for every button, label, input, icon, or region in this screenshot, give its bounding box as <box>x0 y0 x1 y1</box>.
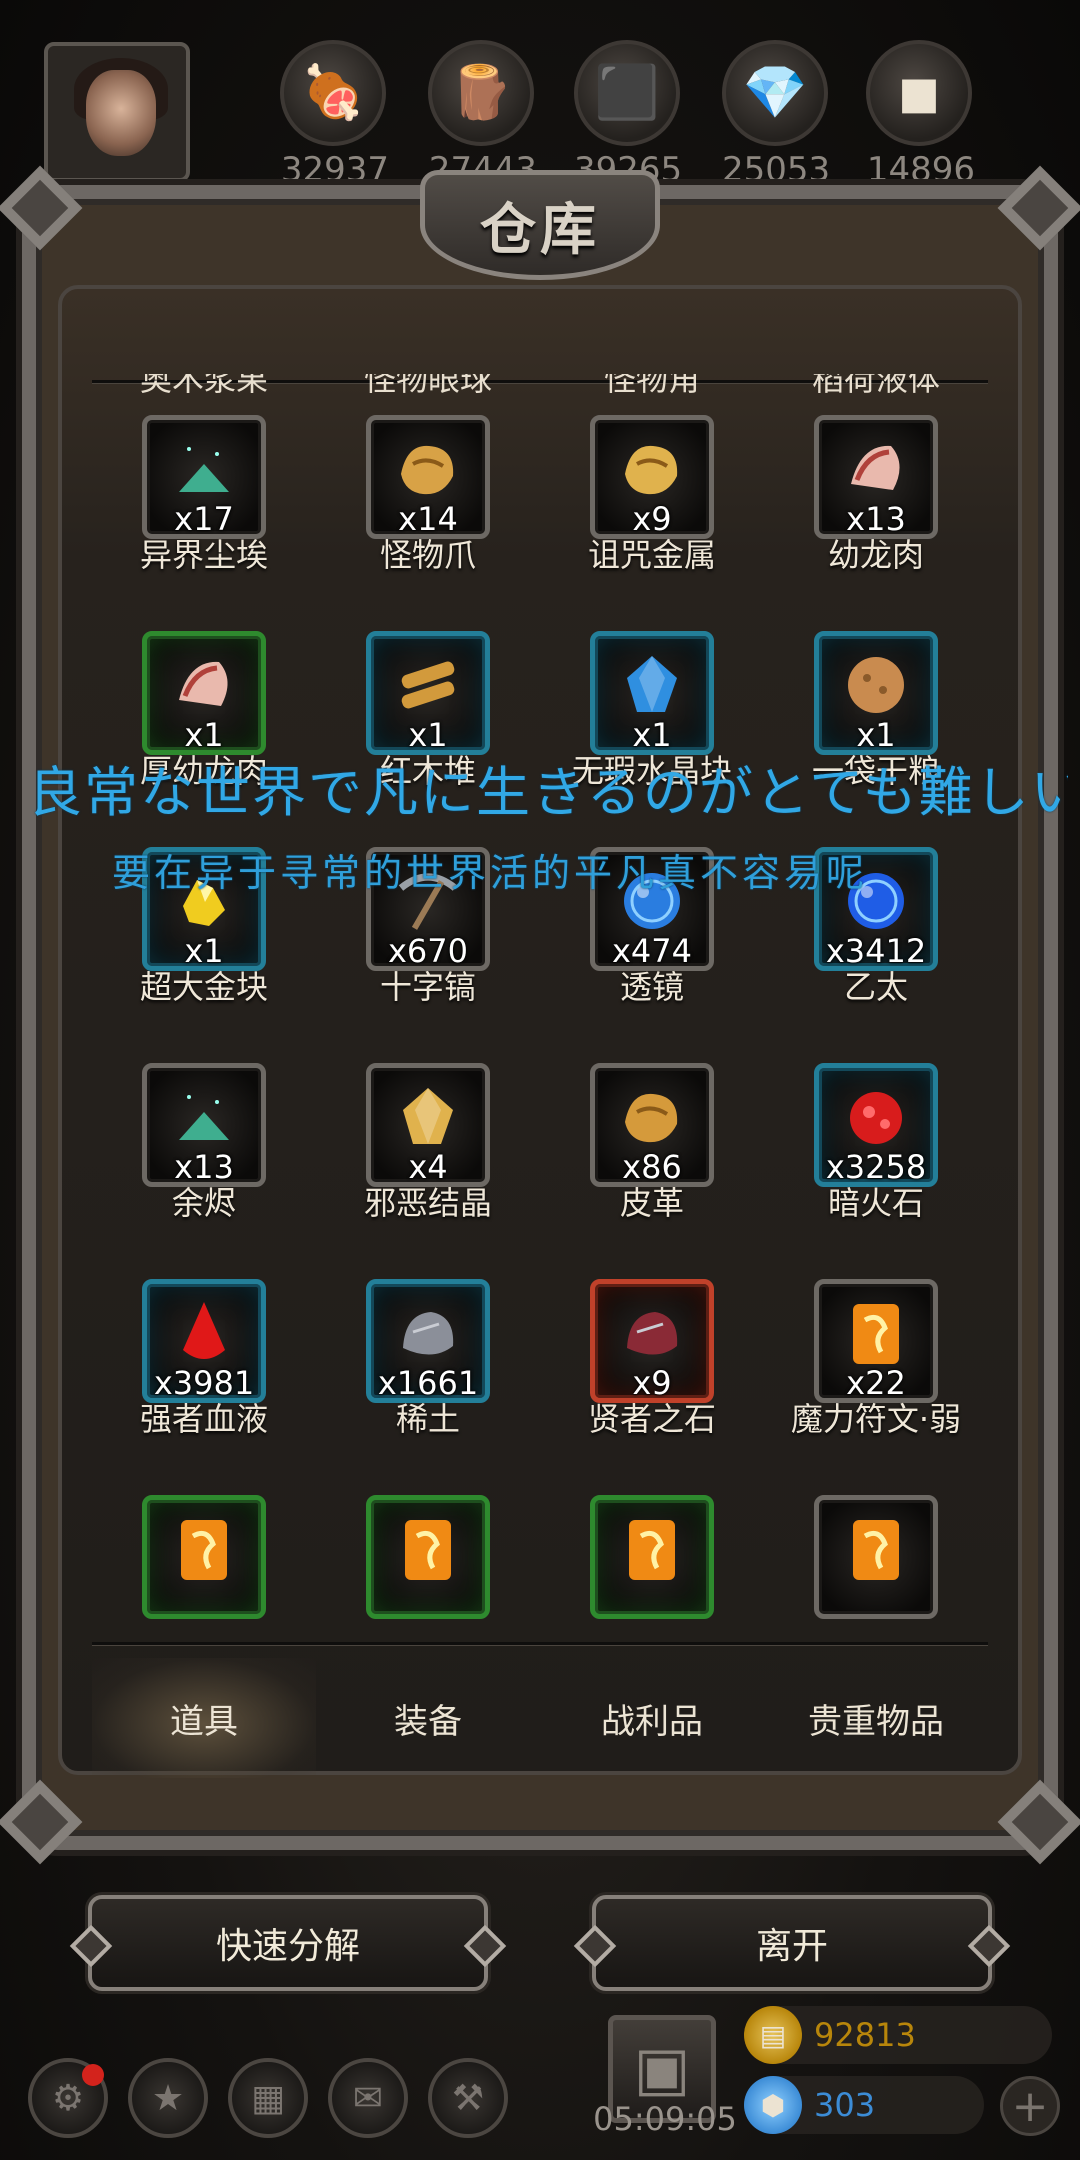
inventory-item[interactable]: x1 无瑕水晶块 <box>540 546 764 790</box>
item-slot[interactable] <box>366 1495 490 1619</box>
leave-button[interactable]: 离开 <box>592 1895 992 1991</box>
title-plate: 仓库 <box>420 170 660 280</box>
item-slot[interactable] <box>142 1495 266 1619</box>
inventory-item[interactable]: x1 厚幼龙肉 <box>92 546 316 790</box>
crystal-icon: 💎 <box>722 40 828 146</box>
gem-counter: ⬢ 303 <box>744 2076 984 2134</box>
gold-counter: ▤ 92813 <box>744 2006 1052 2064</box>
inventory-item[interactable]: x4 邪恶结晶 <box>316 978 540 1222</box>
gold-coin-icon: ▤ <box>744 2006 802 2064</box>
inventory-item[interactable]: x1 红木堆 <box>316 546 540 790</box>
hammer-icon[interactable]: ⚒ <box>428 2058 508 2138</box>
resource-0: 🍖 32937 <box>280 40 390 190</box>
tab-2[interactable]: 战利品 <box>540 1658 764 1778</box>
resource-4: ◼ 14896 <box>866 40 976 190</box>
wood-icon: 🪵 <box>428 40 534 146</box>
tab-1[interactable]: 装备 <box>316 1658 540 1778</box>
inventory-item[interactable]: x9 诅咒金属 <box>540 385 764 574</box>
inventory-item[interactable]: x3258 暗火石 <box>764 978 988 1222</box>
caption-line-1: 良常な世界で凡に生きるのがとても難しい <box>28 761 1068 824</box>
resource-2: ⬛392657 <box>574 40 684 190</box>
divider <box>92 1642 988 1645</box>
scroll-icon[interactable]: ▦ <box>228 2058 308 2138</box>
star-icon[interactable]: ★ <box>128 2058 208 2138</box>
item-grid[interactable]: x17 异界尘埃 x14 怪物爪 x9 诅咒金属 x13 幼龙肉 x1 厚幼龙肉 x1 红木堆 x1 无瑕… <box>92 385 988 1633</box>
caption-line-2: 要在异于寻常的世界活的平凡真不容易呢 <box>112 851 869 895</box>
inventory-item[interactable]: x1661 稀土 <box>316 1194 540 1438</box>
gold-value: 92813 <box>814 2016 916 2054</box>
item-slot[interactable] <box>590 1495 714 1619</box>
item-slot[interactable] <box>814 1495 938 1619</box>
gem-value: 303 <box>814 2086 876 2124</box>
inventory-item[interactable]: x9 贤者之石 <box>540 1194 764 1438</box>
resource-value: 250536 <box>722 150 832 190</box>
notification-dot <box>82 2064 104 2086</box>
mail-icon[interactable]: ✉ <box>328 2058 408 2138</box>
tab-0[interactable]: 道具 <box>92 1658 316 1778</box>
meat-icon: 🍖 <box>280 40 386 146</box>
event-timer: 05:09:05 <box>593 2100 737 2138</box>
inventory-item[interactable]: x13 幼龙肉 <box>764 385 988 574</box>
inventory-item[interactable]: x14 怪物爪 <box>316 385 540 574</box>
inventory-item[interactable]: x86 皮革 <box>540 978 764 1222</box>
avatar-face <box>86 70 156 156</box>
inventory-item[interactable] <box>764 1410 988 1626</box>
resource-value: 32937 <box>280 150 390 190</box>
ore-icon: ◼ <box>866 40 972 146</box>
resource-1: 🪵27443 <box>428 40 538 190</box>
resource-3: 💎250536 <box>722 40 832 190</box>
inventory-item[interactable] <box>92 1410 316 1626</box>
page-title: 仓库 <box>480 196 600 263</box>
inventory-item[interactable] <box>316 1410 540 1626</box>
quick-decompose-button[interactable]: 快速分解 <box>88 1895 488 1991</box>
inventory-item[interactable]: x22 魔力符文·弱 <box>764 1194 988 1438</box>
inventory-item[interactable]: x13 余烬 <box>92 978 316 1222</box>
inventory-item[interactable]: x1 一袋干粮 <box>764 546 988 790</box>
inventory-item[interactable]: x17 异界尘埃 <box>92 385 316 574</box>
inventory-item[interactable]: x3981 强者血液 <box>92 1194 316 1438</box>
inventory-item[interactable] <box>540 1410 764 1626</box>
add-currency-icon[interactable]: + <box>1000 2076 1060 2136</box>
gem-icon: ⬢ <box>744 2076 802 2134</box>
tab-3[interactable]: 贵重物品 <box>764 1658 988 1778</box>
category-tabs: 道具 装备 战利品 贵重物品 <box>92 1648 988 1788</box>
player-avatar[interactable] <box>44 42 190 182</box>
resource-value: 14896 <box>866 150 976 190</box>
iron-icon: ⬛ <box>574 40 680 146</box>
